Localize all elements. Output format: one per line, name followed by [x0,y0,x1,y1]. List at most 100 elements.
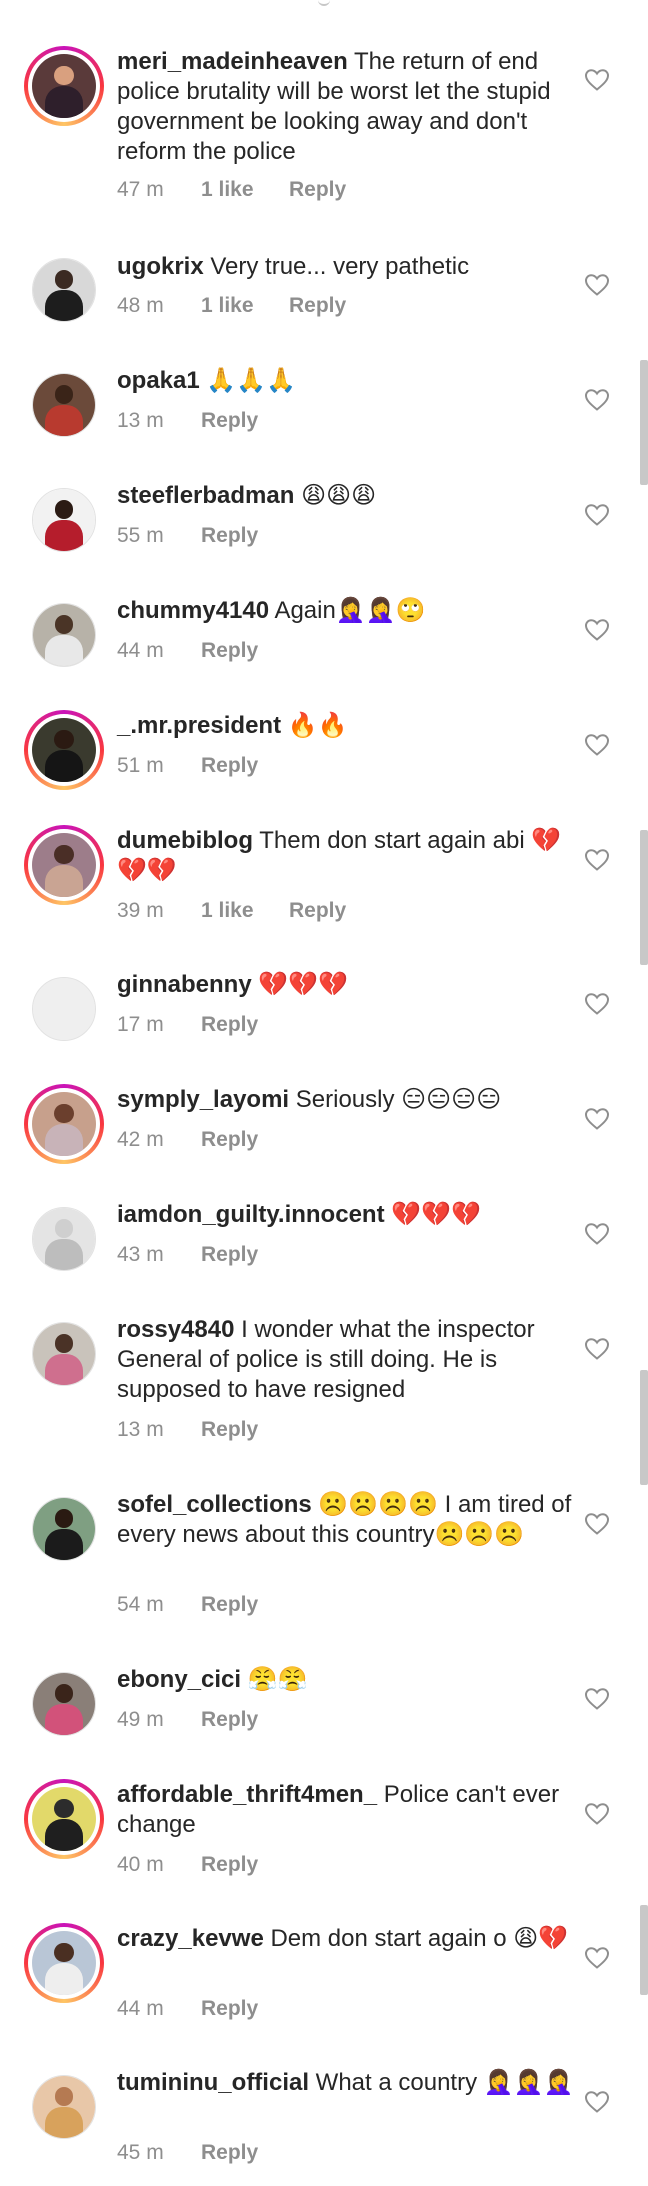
heart-icon[interactable] [584,992,610,1016]
username[interactable]: affordable_thrift4men_ [117,1781,377,1808]
timestamp: 47 m [117,178,164,201]
avatar[interactable] [24,46,104,126]
username[interactable]: symply_layomi [117,1086,289,1113]
scrollbar[interactable] [640,360,648,485]
avatar[interactable] [24,1664,104,1744]
reply-button[interactable]: Reply [201,1593,258,1617]
comment-body: What a country 🤦‍♀️🤦‍♀️🤦‍♀️ [309,2069,574,2096]
timestamp: 54 m [117,1593,164,1616]
scrollbar[interactable] [640,1370,648,1485]
comment-text: dumebiblog Them don start again abi 💔💔💔 [117,826,577,886]
comment-text: chummy4140 Again🤦‍♀️🤦‍♀️🙄 [117,596,577,626]
comment-body: 😤😤 [241,1666,308,1693]
avatar[interactable] [24,1084,104,1164]
reply-button[interactable]: Reply [201,1708,258,1732]
heart-icon[interactable] [584,273,610,297]
avatar[interactable] [24,480,104,560]
avatar[interactable] [24,1489,104,1569]
avatar[interactable] [24,595,104,675]
avatar[interactable] [24,1199,104,1279]
reply-button[interactable]: Reply [201,1997,258,2021]
reply-button[interactable]: Reply [201,1013,258,1037]
avatar[interactable] [24,250,104,330]
avatar[interactable] [24,1314,104,1394]
heart-icon[interactable] [584,1512,610,1536]
comment-meta: 51 m Reply [117,754,258,778]
comment-text: _.mr.president 🔥🔥 [117,711,577,741]
reply-button[interactable]: Reply [201,1243,258,1267]
comment-body: Again🤦‍♀️🤦‍♀️🙄 [269,597,426,624]
comment-body: 🔥🔥 [281,712,348,739]
avatar[interactable] [24,2067,104,2147]
comment-text: meri_madeinheaven The return of end poli… [117,47,577,167]
heart-icon[interactable] [584,618,610,642]
heart-icon[interactable] [584,1107,610,1131]
username[interactable]: sofel_collections [117,1491,312,1518]
heart-icon[interactable] [584,503,610,527]
timestamp: 17 m [117,1013,164,1036]
comment-meta: 42 m Reply [117,1128,258,1152]
comment-meta: 48 m 1 like Reply [117,294,346,318]
heart-icon[interactable] [584,1946,610,1970]
reply-button[interactable]: Reply [201,2141,258,2165]
timestamp: 43 m [117,1243,164,1266]
comment-text: symply_layomi Seriously 😑😑😑😑 [117,1085,577,1115]
username[interactable]: chummy4140 [117,597,269,624]
username[interactable]: dumebiblog [117,827,253,854]
username[interactable]: ebony_cici [117,1666,241,1693]
reply-button[interactable]: Reply [201,1853,258,1877]
username[interactable]: meri_madeinheaven [117,48,348,75]
comment-meta: 13 m Reply [117,1418,258,1442]
comment-meta: 17 m Reply [117,1013,258,1037]
avatar[interactable] [24,365,104,445]
timestamp: 39 m [117,899,164,922]
heart-icon[interactable] [584,848,610,872]
username[interactable]: ugokrix [117,253,204,280]
heart-icon[interactable] [584,1222,610,1246]
heart-icon[interactable] [584,388,610,412]
heart-icon[interactable] [584,1802,610,1826]
username[interactable]: iamdon_guilty.innocent [117,1201,385,1228]
comment-meta: 13 m Reply [117,409,258,433]
reply-button[interactable]: Reply [201,524,258,548]
comment-meta: 43 m Reply [117,1243,258,1267]
username[interactable]: ginnabenny [117,971,252,998]
reply-button[interactable]: Reply [201,1128,258,1152]
heart-icon[interactable] [584,1337,610,1361]
avatar[interactable] [24,1923,104,2003]
username[interactable]: opaka1 [117,367,200,394]
scrollbar[interactable] [640,830,648,965]
timestamp: 13 m [117,409,164,432]
heart-icon[interactable] [584,2090,610,2114]
reply-button[interactable]: Reply [201,639,258,663]
comment-meta: 39 m 1 like Reply [117,899,346,923]
comment-body: Dem don start again o 😩💔 [263,1925,569,1952]
heart-icon[interactable] [584,733,610,757]
scrollbar[interactable] [640,1905,648,1995]
comment-body: Seriously 😑😑😑😑 [289,1086,502,1113]
heart-icon[interactable] [584,68,610,92]
avatar[interactable] [24,1779,104,1859]
heart-icon[interactable] [584,1687,610,1711]
like-count[interactable]: 1 like [201,294,289,318]
comment-body: 🙏🙏🙏 [199,367,297,394]
like-count[interactable]: 1 like [201,178,289,202]
avatar[interactable] [24,825,104,905]
avatar[interactable] [24,710,104,790]
reply-button[interactable]: Reply [289,178,346,202]
username[interactable]: crazy_kevwe [117,1925,264,1952]
like-count[interactable]: 1 like [201,899,289,923]
avatar[interactable] [24,969,104,1049]
username[interactable]: rossy4840 [117,1316,234,1343]
timestamp: 44 m [117,639,164,662]
reply-button[interactable]: Reply [289,899,346,923]
comment-text: opaka1 🙏🙏🙏 [117,366,577,396]
comment-meta: 44 m Reply [117,639,258,663]
reply-button[interactable]: Reply [201,409,258,433]
username[interactable]: _.mr.president [117,712,281,739]
reply-button[interactable]: Reply [201,1418,258,1442]
username[interactable]: tumininu_official [117,2069,309,2096]
reply-button[interactable]: Reply [201,754,258,778]
reply-button[interactable]: Reply [289,294,346,318]
username[interactable]: steeflerbadman [117,482,294,509]
